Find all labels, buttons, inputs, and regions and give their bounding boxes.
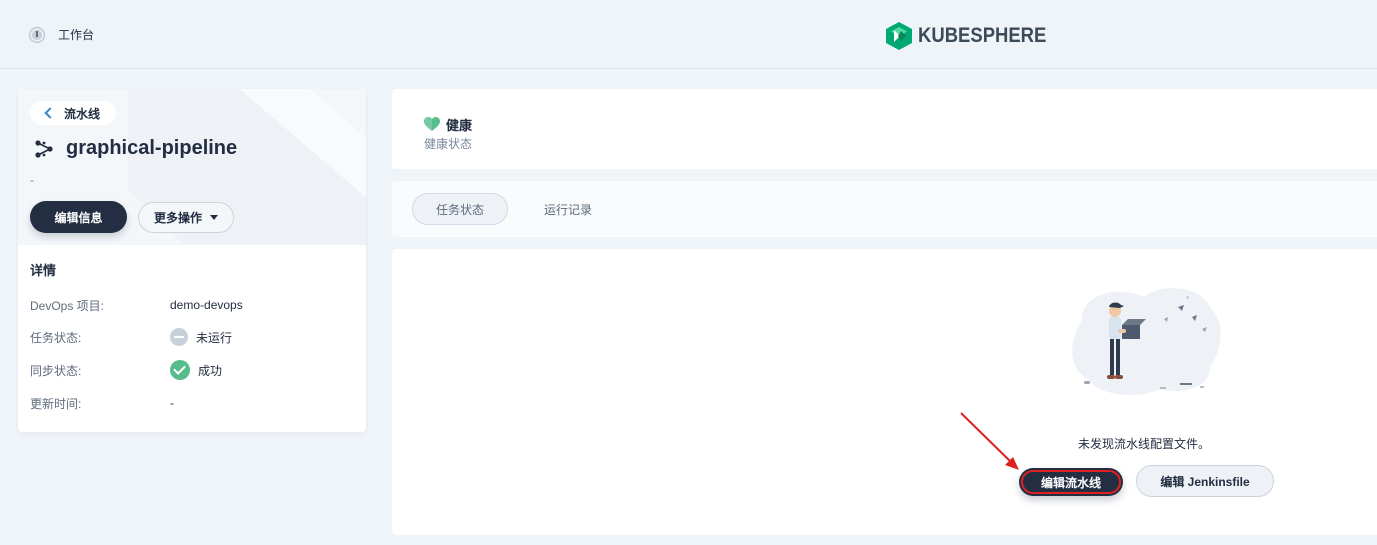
more-actions-button[interactable]: 更多操作 (138, 202, 234, 233)
back-to-pipelines-button[interactable]: 流水线 (30, 101, 117, 125)
pipeline-content-card: 未发现流水线配置文件。 编辑流水线 编辑 Jenkinsfile (392, 249, 1377, 535)
details-heading: 详情 (30, 263, 57, 278)
tabs-bar: 任务状态 运行记录 (392, 181, 1377, 237)
tab-run-records[interactable]: 运行记录 (532, 193, 604, 225)
more-actions-label: 更多操作 (153, 211, 202, 225)
edit-info-button[interactable]: 编辑信息 (30, 201, 127, 233)
top-bar: 工作台 KUBESPHERE (0, 0, 1377, 69)
pipeline-title-row: graphical-pipeline (34, 137, 237, 160)
tab-task-status[interactable]: 任务状态 (412, 193, 508, 225)
heart-icon (424, 117, 440, 131)
detail-value: demo-devops (170, 298, 243, 312)
health-status-label: 健康状态 (424, 137, 473, 151)
detail-label: 任务状态: (30, 330, 82, 345)
dashboard-icon (30, 27, 44, 42)
back-label: 流水线 (64, 106, 101, 121)
not-run-status-icon (170, 328, 188, 346)
workbench-label: 工作台 (58, 28, 95, 42)
detail-row-task-status: 任务状态: 未运行 (30, 327, 232, 347)
detail-label: 同步状态: (30, 363, 82, 378)
detail-row-sync-status: 同步状态: 成功 (30, 360, 222, 380)
detail-value: - (170, 396, 174, 410)
brand-logo[interactable]: KUBESPHERE (886, 22, 1064, 50)
detail-row-updated-time: 更新时间: - (30, 393, 174, 413)
task-status-text: 未运行 (196, 330, 233, 345)
empty-state-message: 未发现流水线配置文件。 (1078, 437, 1211, 451)
pipeline-detail-card: 流水线 graphical-pipeline - 编辑信息 更多操作 详情 De… (18, 89, 366, 432)
updated-time-value: - (170, 396, 174, 410)
brand-name: KUBESPHERE (918, 24, 1047, 47)
page-title: graphical-pipeline (66, 137, 238, 159)
empty-state-illustration (1072, 288, 1221, 395)
pipeline-header: 流水线 graphical-pipeline - 编辑信息 更多操作 (18, 89, 366, 245)
caret-down-icon (210, 215, 218, 220)
pipeline-description: - (30, 173, 34, 187)
pipeline-icon (35, 139, 53, 158)
detail-value: 未运行 (170, 328, 232, 346)
detail-row-devops-project: DevOps 项目: demo-devops (30, 295, 243, 315)
health-status-text: 健康 (446, 118, 473, 133)
health-status-card: 健康 健康状态 (392, 89, 1377, 169)
health-status: 健康 (424, 115, 472, 134)
project-name: demo-devops (170, 298, 243, 312)
edit-pipeline-button[interactable]: 编辑流水线 (1019, 468, 1123, 496)
detail-label: 更新时间: (30, 396, 82, 411)
workbench-link[interactable]: 工作台 (30, 26, 94, 43)
detail-value: 成功 (170, 360, 222, 380)
sync-status-text: 成功 (198, 363, 223, 378)
kubesphere-logo-icon (886, 22, 912, 50)
chevron-left-icon (44, 107, 56, 119)
edit-jenkinsfile-button[interactable]: 编辑 Jenkinsfile (1136, 465, 1274, 497)
success-check-icon (170, 360, 190, 380)
detail-label: DevOps 项目: (30, 298, 105, 313)
